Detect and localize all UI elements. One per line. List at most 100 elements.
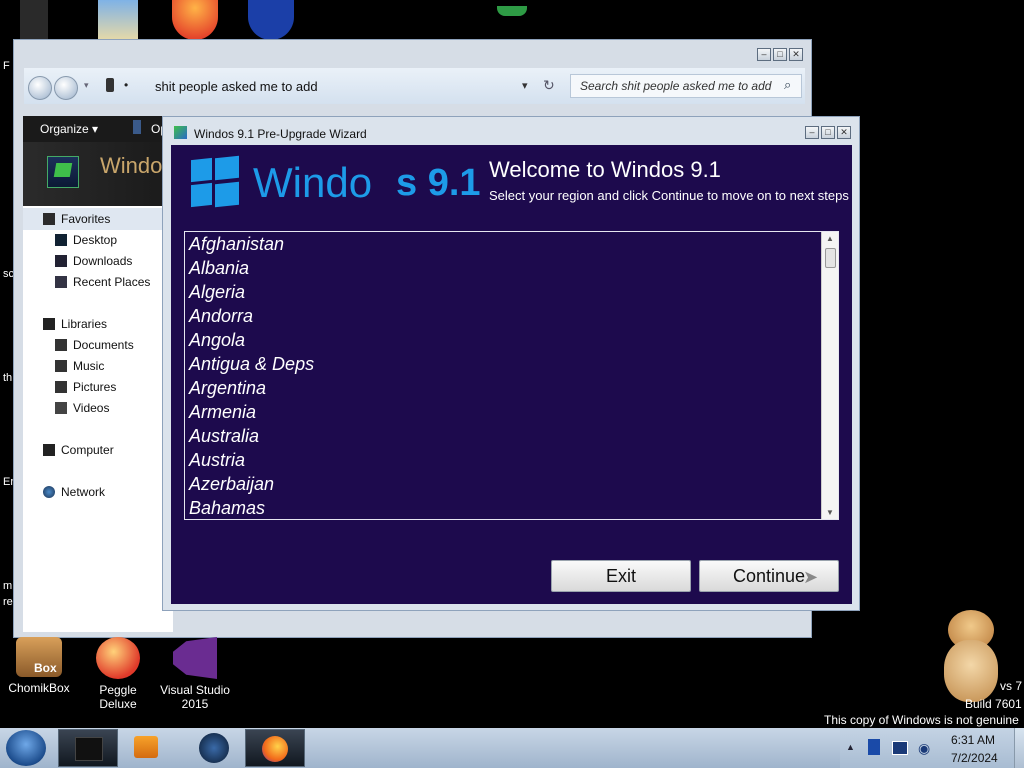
volume-tray-icon[interactable]: ◉ <box>918 740 930 757</box>
list-item[interactable]: Argentina <box>189 378 266 399</box>
side-fragment: F <box>3 60 10 72</box>
peggle-icon <box>96 637 140 679</box>
nav-music[interactable]: Music <box>55 359 104 373</box>
refresh-icon[interactable]: ↻ <box>543 77 555 94</box>
start-button[interactable] <box>6 730 46 766</box>
videos-icon <box>55 402 67 414</box>
nav-network[interactable]: Network <box>43 485 105 499</box>
nav-desktop[interactable]: Desktop <box>55 233 117 247</box>
computer-icon <box>43 444 55 456</box>
nav-downloads-label: Downloads <box>73 254 133 268</box>
watermark-build: Build 7601 <box>965 697 1022 711</box>
list-item[interactable]: Australia <box>189 426 259 447</box>
address-bar: ▾ • shit people asked me to add ▾ ↻ Sear… <box>24 68 805 104</box>
show-hidden-icons-icon[interactable]: ▲ <box>846 742 855 752</box>
list-scrollbar[interactable]: ▲ ▼ <box>821 232 838 519</box>
top-gadget-icon <box>497 6 527 16</box>
scroll-down-icon[interactable]: ▼ <box>826 508 834 517</box>
taskbar: ▲ ◉ 6:31 AM 7/2/2024 <box>0 728 1024 768</box>
nav-computer-label: Computer <box>61 443 114 457</box>
file-preview-banner: Windo <box>23 142 173 206</box>
nav-network-label: Network <box>61 485 106 499</box>
nav-computer[interactable]: Computer <box>43 443 114 457</box>
region-listbox[interactable]: Afghanistan Albania Algeria Andorra Ango… <box>184 231 839 520</box>
desktop-icon-top-2[interactable] <box>98 0 138 40</box>
welcome-heading: Welcome to Windos 9.1 <box>489 157 721 182</box>
desktop-icon-top-1[interactable] <box>20 0 48 40</box>
wizard-maximize-button[interactable]: □ <box>821 126 835 139</box>
browser-globe-icon[interactable] <box>199 733 229 763</box>
recent-pages-icon[interactable]: ▾ <box>84 80 89 91</box>
close-button[interactable]: ✕ <box>789 48 803 61</box>
malwarebytes-icon[interactable] <box>248 0 294 40</box>
list-item[interactable]: Bahamas <box>189 498 265 519</box>
nav-videos[interactable]: Videos <box>55 401 109 415</box>
clock-date[interactable]: 7/2/2024 <box>951 751 998 765</box>
list-item[interactable]: Azerbaijan <box>189 474 274 495</box>
wizard-close-button[interactable]: ✕ <box>837 126 851 139</box>
wizard-content: Windo s 9.1 Welcome to Windos 9.1 Select… <box>171 145 852 604</box>
nav-favorites-label: Favorites <box>61 212 111 226</box>
desktop-icon-peggle[interactable]: Peggle Deluxe <box>80 637 156 711</box>
nav-recent-places[interactable]: Recent Places <box>55 275 150 289</box>
organize-button[interactable]: Organize ▾ <box>40 122 98 136</box>
desktop-icon-chomikbox[interactable]: Box ChomikBox <box>6 637 72 695</box>
side-fragment: m <box>3 580 13 592</box>
logo-wordmark: Windo <box>253 159 373 206</box>
address-path[interactable]: shit people asked me to add <box>155 79 318 94</box>
taskbar-item-firefox[interactable] <box>245 729 305 767</box>
search-placeholder: Search shit people asked me to add <box>580 79 772 93</box>
list-item[interactable]: Algeria <box>189 282 245 303</box>
maximize-button[interactable]: □ <box>773 48 787 61</box>
nav-music-label: Music <box>73 359 105 373</box>
nav-pictures[interactable]: Pictures <box>55 380 116 394</box>
explorer-caption-buttons: – □ ✕ <box>757 48 803 61</box>
chomikbox-icon-letter: Box <box>34 661 57 675</box>
explorer-taskbar-icon <box>75 737 103 761</box>
scroll-up-icon[interactable]: ▲ <box>826 234 834 243</box>
visual-studio-icon <box>173 637 217 679</box>
scroll-thumb[interactable] <box>825 248 836 268</box>
nav-favorites[interactable]: Favorites <box>43 212 110 226</box>
installer-icon <box>47 156 79 188</box>
nav-documents[interactable]: Documents <box>55 338 134 352</box>
upgrade-wizard-window[interactable]: Windos 9.1 Pre-Upgrade Wizard – □ ✕ Wind… <box>162 116 860 611</box>
back-button[interactable] <box>28 76 52 100</box>
mouse-cursor-icon: ➤ <box>803 567 819 587</box>
wizard-app-icon <box>174 126 187 139</box>
downloads-icon <box>55 255 67 267</box>
chomikbox-icon: Box <box>16 637 62 677</box>
forward-button[interactable] <box>54 76 78 100</box>
show-desktop-button[interactable] <box>1014 728 1024 768</box>
clock-time[interactable]: 6:31 AM <box>951 733 995 747</box>
address-dropdown-icon[interactable]: ▾ <box>522 79 528 92</box>
list-item[interactable]: Albania <box>189 258 249 279</box>
side-fragment: th <box>3 372 13 384</box>
list-item[interactable]: Armenia <box>189 402 256 423</box>
list-item[interactable]: Austria <box>189 450 245 471</box>
firefox-icon <box>262 736 288 762</box>
watermark-edition: vs 7 <box>1000 679 1023 693</box>
wizard-minimize-button[interactable]: – <box>805 126 819 139</box>
list-item[interactable]: Afghanistan <box>189 234 284 255</box>
list-item[interactable]: Andorra <box>189 306 253 327</box>
nav-downloads[interactable]: Downloads <box>55 254 132 268</box>
list-item[interactable]: Angola <box>189 330 245 351</box>
minimize-button[interactable]: – <box>757 48 771 61</box>
media-player-icon[interactable] <box>134 736 158 758</box>
tray-app-icon[interactable] <box>868 739 880 755</box>
list-item[interactable]: Antigua & Deps <box>189 354 314 375</box>
peggle-icon-top[interactable] <box>172 0 218 40</box>
exit-button[interactable]: Exit <box>551 560 691 592</box>
open-icon <box>133 120 141 134</box>
desktop-icon-label: ChomikBox <box>8 681 70 695</box>
network-tray-icon[interactable] <box>892 741 908 755</box>
pictures-icon <box>55 381 67 393</box>
breadcrumb-separator-icon[interactable]: • <box>124 78 128 92</box>
desktop-icon-visual-studio[interactable]: Visual Studio 2015 <box>158 637 232 711</box>
search-icon[interactable]: ⌕ <box>784 77 791 93</box>
nav-libraries[interactable]: Libraries <box>43 317 107 331</box>
hamster-gadget[interactable] <box>936 610 1006 706</box>
taskbar-item-explorer[interactable] <box>58 729 118 767</box>
nav-desktop-label: Desktop <box>73 233 118 247</box>
